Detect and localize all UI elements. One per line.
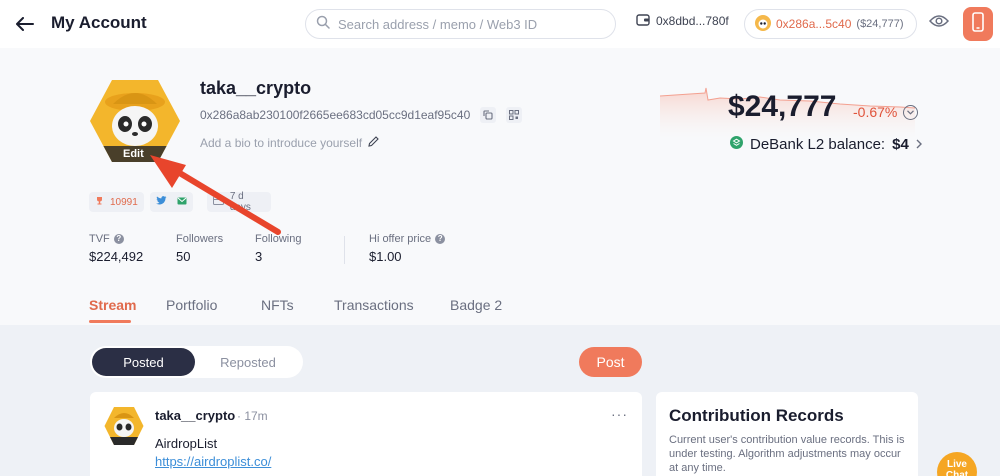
email-icon[interactable] [177,197,187,208]
wallet-address: 0x8dbd...780f [656,14,729,28]
profile-address-row: 0x286a8ab230100f2665ee683cd05cc9d1eaf95c… [200,107,523,123]
mobile-app-button[interactable] [963,7,993,41]
help-icon[interactable]: ? [435,234,446,244]
calendar-icon [212,196,224,208]
score-value: 10991 [110,196,138,208]
profile-username: taka__crypto [200,78,312,98]
stat-label: Hi offer price [369,233,432,245]
post-link[interactable]: https://airdroplist.co/ [155,454,271,469]
days-value: 7 d days [229,191,251,213]
post-timestamp: · 17m [237,409,268,423]
page-title: My Account [51,13,147,32]
stat-following[interactable]: Following 3 [255,233,301,264]
qr-code-icon[interactable] [506,107,523,123]
post-button[interactable]: Post [579,347,642,377]
debank-l2-icon [730,136,743,153]
contribution-records-card: Contribution Records Current user's cont… [656,392,918,476]
contribution-description: Current user's contribution value record… [669,434,905,474]
stat-value: 50 [176,249,191,264]
chevron-down-icon[interactable] [903,105,918,120]
account-address: 0x286a...5c40 [776,17,852,31]
pencil-icon [368,136,379,150]
search-box[interactable] [305,9,616,39]
account-avatar [755,14,771,34]
stat-hi-offer: Hi offer price? $1.00 [369,233,446,264]
account-value: ($24,777) [856,18,904,30]
stat-label: Following [255,233,302,245]
total-balance: $24,777 [728,90,837,123]
profile-badges: 10991 7 d days [89,191,271,213]
trophy-icon [95,196,104,208]
help-icon[interactable]: ? [113,234,124,244]
more-options-icon[interactable]: ··· [611,406,628,422]
days-badge: 7 d days [206,191,271,213]
stat-value: $1.00 [369,249,402,264]
connected-wallet[interactable]: 0x8dbd...780f [636,13,729,29]
top-bar: My Account 0x8dbd...780f 0x286a...5c40 (… [0,0,1000,48]
segment-posted[interactable]: Posted [92,348,195,376]
live-chat-button[interactable]: Live Chat [937,452,977,476]
phone-icon [972,11,984,37]
l2-value: $4 [892,136,909,153]
stat-label: TVF [89,233,110,245]
stat-label: Followers [176,233,224,245]
stat-followers[interactable]: Followers 50 [176,233,223,264]
score-badge[interactable]: 10991 [89,192,144,212]
bio-placeholder: Add a bio to introduce yourself [200,136,363,150]
social-badges [149,192,193,212]
profile-address: 0x286a8ab230100f2665ee683cd05cc9d1eaf95c… [200,108,471,122]
twitter-icon[interactable] [155,196,167,208]
stat-value: 3 [255,249,263,264]
post-avatar[interactable] [104,406,144,446]
balance-change: -0.67% [853,104,898,120]
tab-badge[interactable]: Badge 2 [450,297,502,313]
post-author[interactable]: taka__crypto [155,408,235,423]
bio-prompt[interactable]: Add a bio to introduce yourself [200,136,379,150]
eye-icon[interactable] [928,14,950,33]
feed-post-card: taka__crypto · 17m ··· AirdropList https… [90,392,642,476]
stat-divider [344,236,345,264]
search-input[interactable] [338,16,598,32]
tab-nfts[interactable]: NFTs [261,297,294,313]
stat-tvf: TVF? $224,492 [89,233,143,264]
stream-segment-control: Posted Reposted [90,346,303,378]
contribution-title: Contribution Records [669,406,844,425]
wallet-icon [636,13,650,29]
stat-value: $224,492 [89,249,144,264]
search-icon [316,15,330,34]
l2-balance[interactable]: DeBank L2 balance: $4 [730,136,922,153]
avatar-edit-label[interactable]: Edit [123,148,144,160]
chevron-right-icon [916,136,922,153]
profile-section: Edit taka__crypto 0x286a8ab230100f2665ee… [0,48,1000,325]
account-pill[interactable]: 0x286a...5c40 ($24,777) [744,9,917,39]
segment-reposted[interactable]: Reposted [207,355,289,370]
tab-stream[interactable]: Stream [89,297,136,313]
back-arrow-icon[interactable] [12,12,38,36]
post-text: AirdropList [155,436,218,451]
copy-icon[interactable] [480,107,497,123]
tab-portfolio[interactable]: Portfolio [166,297,217,313]
l2-label: DeBank L2 balance: [750,136,886,153]
tab-transactions[interactable]: Transactions [334,297,414,313]
active-tab-indicator [89,320,131,323]
